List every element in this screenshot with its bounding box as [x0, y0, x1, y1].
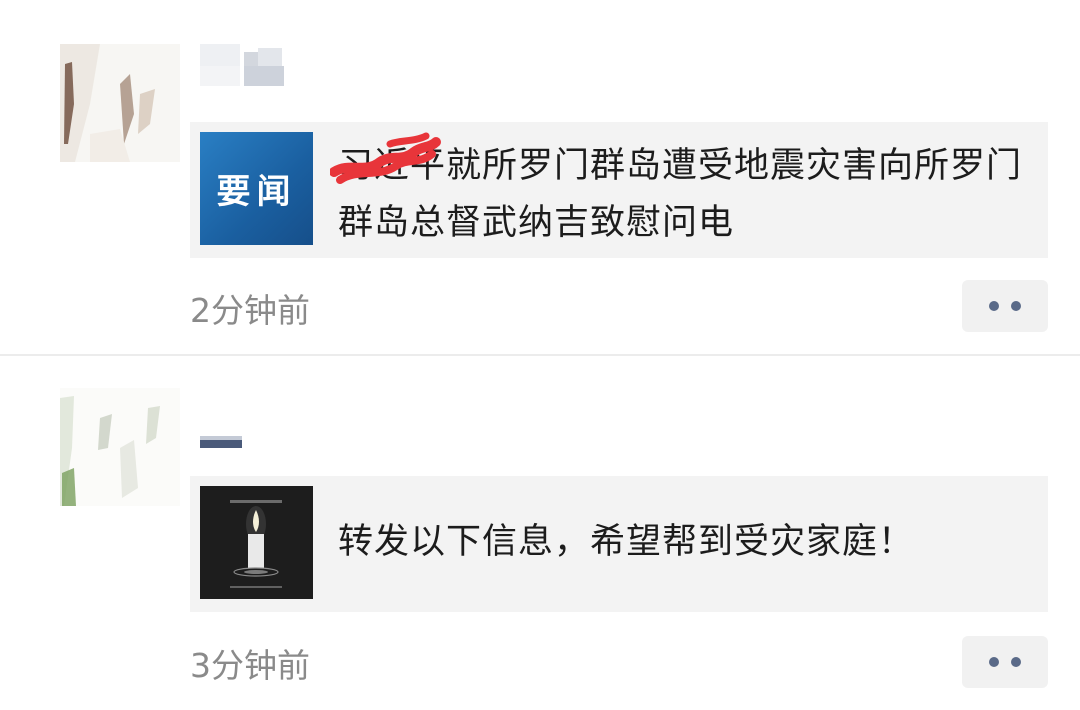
post-timestamp: 2分钟前	[190, 291, 310, 330]
moment-post: 要闻 习近平就所罗门群岛遭受地震灾害向所罗门群岛总督武纳吉致慰问电 2分钟前	[0, 0, 1080, 355]
avatar[interactable]	[60, 388, 180, 506]
more-options-button[interactable]	[962, 280, 1048, 332]
username-blurred	[200, 434, 250, 458]
moment-post: 转发以下信息，希望帮到受灾家庭！ 3分钟前	[0, 356, 1080, 710]
redaction-scribble	[330, 132, 441, 184]
more-dots-icon	[983, 301, 1027, 311]
news-thumbnail: 要闻	[200, 132, 313, 245]
news-thumbnail-label: 要闻	[216, 172, 297, 212]
shared-link-card[interactable]: 要闻 习近平就所罗门群岛遭受地震灾害向所罗门群岛总督武纳吉致慰问电	[190, 122, 1048, 258]
candle-icon	[200, 486, 313, 599]
card-title: 转发以下信息，希望帮到受灾家庭！	[338, 522, 915, 562]
candle-thumbnail	[200, 486, 313, 599]
more-dots-icon	[983, 657, 1027, 667]
shared-link-card[interactable]: 转发以下信息，希望帮到受灾家庭！	[190, 476, 1048, 612]
username-blurred	[200, 44, 290, 96]
more-options-button[interactable]	[962, 636, 1048, 688]
post-timestamp: 3分钟前	[190, 646, 310, 685]
avatar[interactable]	[60, 44, 180, 162]
card-title: 习近平就所罗门群岛遭受地震灾害向所罗门群岛总督武纳吉致慰问电	[338, 146, 1023, 243]
